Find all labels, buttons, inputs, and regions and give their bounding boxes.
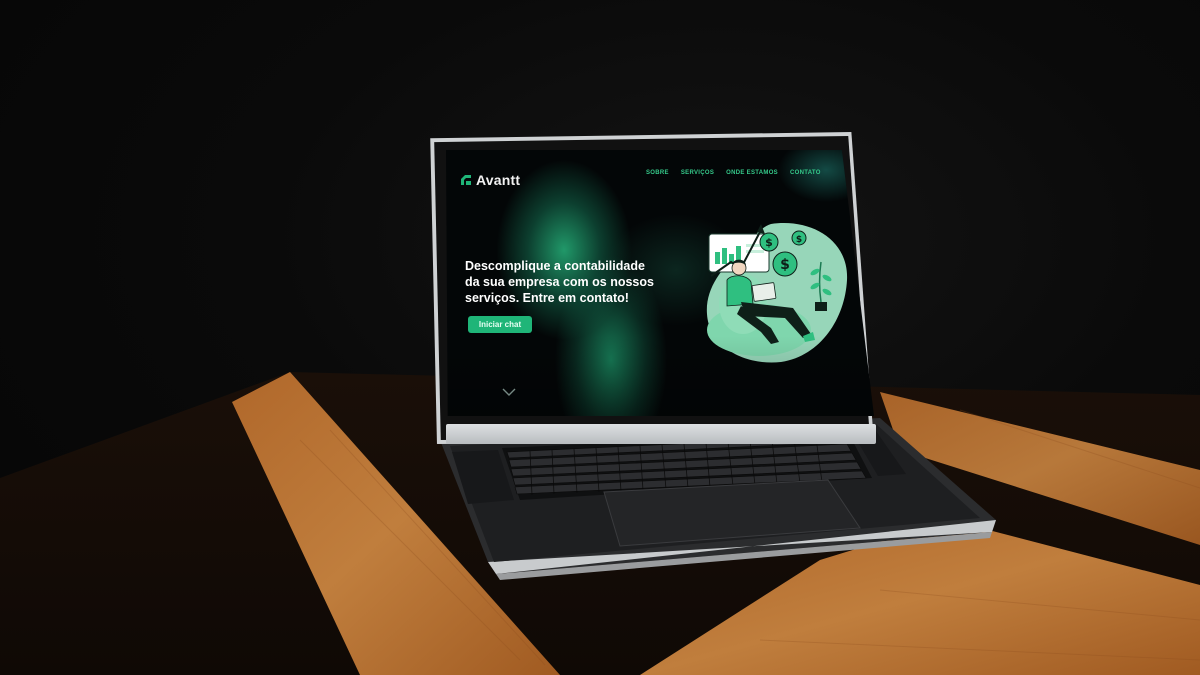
start-chat-label: Iniciar chat xyxy=(478,320,522,329)
website-screen: Avantt SOBRE SERVIÇOS ONDE ESTAMOS CONTA… xyxy=(446,150,874,416)
top-nav: SOBRE SERVIÇOS ONDE ESTAMOS CONTATO xyxy=(646,170,821,176)
nav-link-onde-estamos[interactable]: ONDE ESTAMOS xyxy=(726,170,778,176)
hero-headline-line: Descomplique a contabilidade xyxy=(465,259,645,273)
hero-headline-line: da sua empresa com os nossos xyxy=(465,275,654,289)
brand[interactable]: Avantt xyxy=(460,172,520,188)
laptop: Avantt SOBRE SERVIÇOS ONDE ESTAMOS CONTA… xyxy=(0,0,1200,675)
nav-link-servicos[interactable]: SERVIÇOS xyxy=(681,170,714,176)
laptop-hinge xyxy=(446,424,876,444)
svg-text:$: $ xyxy=(780,257,790,273)
hero-headline-line: serviços. Entre em contato! xyxy=(465,291,629,305)
svg-text:$: $ xyxy=(796,235,802,245)
hero-headline: Descomplique a contabilidade da sua empr… xyxy=(465,258,690,306)
brand-name: Avantt xyxy=(476,172,521,188)
photo-scene: Avantt SOBRE SERVIÇOS ONDE ESTAMOS CONTA… xyxy=(0,0,1200,675)
chevron-down-icon[interactable] xyxy=(502,387,516,397)
dollar-coin-icon: $ xyxy=(772,251,798,277)
svg-text:$: $ xyxy=(765,236,773,249)
nav-link-contato[interactable]: CONTATO xyxy=(790,170,821,176)
finance-illustration: $ $ $ xyxy=(706,223,848,363)
start-chat-button[interactable]: Iniciar chat xyxy=(468,316,532,333)
nav-link-sobre[interactable]: SOBRE xyxy=(646,170,669,176)
dollar-coin-icon: $ xyxy=(759,232,779,252)
dollar-coin-icon: $ xyxy=(791,230,807,246)
avantt-logo-icon xyxy=(461,175,471,185)
